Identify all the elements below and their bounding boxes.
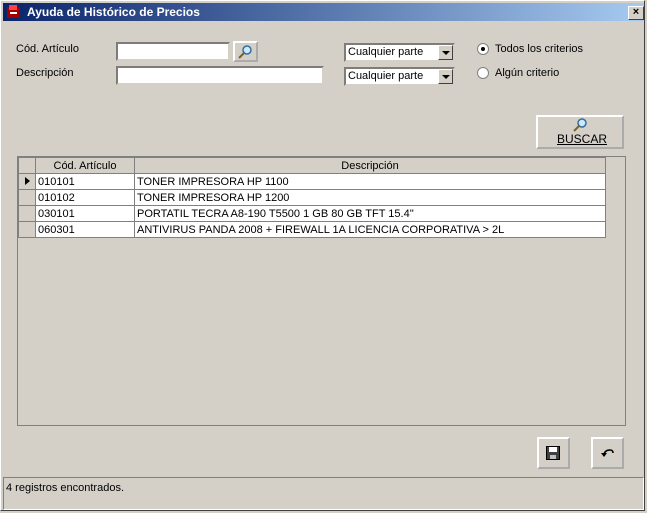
row-indicator bbox=[18, 221, 36, 238]
row-indicator bbox=[18, 189, 36, 206]
close-button[interactable]: × bbox=[628, 6, 644, 20]
cod-match-select[interactable]: Cualquier parte bbox=[344, 43, 455, 62]
cell-code[interactable]: 010101 bbox=[35, 173, 135, 190]
col-header-descripcion[interactable]: Descripción bbox=[134, 157, 606, 174]
row-indicator bbox=[18, 205, 36, 222]
cell-code[interactable]: 060301 bbox=[35, 221, 135, 238]
lookup-button[interactable] bbox=[233, 41, 258, 62]
cell-code[interactable]: 030101 bbox=[35, 205, 135, 222]
chevron-down-icon[interactable] bbox=[438, 45, 453, 60]
cell-desc[interactable]: TONER IMPRESORA HP 1200 bbox=[134, 189, 606, 206]
descripcion-label: Descripción bbox=[16, 67, 74, 79]
status-text: 4 registros encontrados. bbox=[6, 482, 125, 494]
desc-match-value: Cualquier parte bbox=[348, 70, 424, 82]
table-row[interactable]: 060301 ANTIVIRUS PANDA 2008 + FIREWALL 1… bbox=[18, 221, 606, 238]
results-grid[interactable]: Cód. Artículo Descripción 010101 TONER I… bbox=[17, 156, 626, 426]
buscar-label: BUSCAR bbox=[557, 132, 608, 146]
row-indicator-header bbox=[18, 157, 36, 174]
cell-code[interactable]: 010102 bbox=[35, 189, 135, 206]
cell-desc[interactable]: ANTIVIRUS PANDA 2008 + FIREWALL 1A LICEN… bbox=[134, 221, 606, 238]
table-row[interactable]: 010102 TONER IMPRESORA HP 1200 bbox=[18, 189, 606, 206]
undo-button[interactable] bbox=[591, 437, 624, 469]
radio-algun-label[interactable]: Algún criterio bbox=[495, 67, 559, 79]
save-button[interactable] bbox=[537, 437, 570, 469]
col-header-codigo[interactable]: Cód. Artículo bbox=[35, 157, 135, 174]
app-logo-icon bbox=[7, 5, 20, 18]
cell-desc[interactable]: TONER IMPRESORA HP 1100 bbox=[134, 173, 606, 190]
magnifier-icon bbox=[238, 45, 252, 59]
results-table: Cód. Artículo Descripción 010101 TONER I… bbox=[18, 157, 606, 238]
desc-match-select[interactable]: Cualquier parte bbox=[344, 67, 455, 86]
cell-desc[interactable]: PORTATIL TECRA A8-190 T5500 1 GB 80 GB T… bbox=[134, 205, 606, 222]
cod-match-value: Cualquier parte bbox=[348, 46, 424, 58]
floppy-disk-icon bbox=[546, 446, 560, 460]
title-bar[interactable]: Ayuda de Histórico de Precios × bbox=[3, 3, 644, 21]
magnifier-icon bbox=[573, 118, 587, 132]
radio-todos-label[interactable]: Todos los criterios bbox=[495, 43, 583, 55]
radio-algun-criterio[interactable] bbox=[477, 67, 489, 79]
window-title: Ayuda de Histórico de Precios bbox=[27, 5, 200, 19]
cod-articulo-input[interactable] bbox=[116, 42, 230, 61]
radio-todos-criterios[interactable] bbox=[477, 43, 489, 55]
descripcion-input[interactable] bbox=[116, 66, 324, 85]
undo-arrow-icon bbox=[601, 449, 614, 457]
status-bar: 4 registros encontrados. bbox=[3, 477, 644, 510]
buscar-button[interactable]: BUSCAR bbox=[536, 115, 624, 149]
main-window: Ayuda de Histórico de Precios × Cód. Art… bbox=[0, 0, 645, 511]
chevron-down-icon[interactable] bbox=[438, 69, 453, 84]
table-row[interactable]: 010101 TONER IMPRESORA HP 1100 bbox=[18, 173, 606, 190]
table-row[interactable]: 030101 PORTATIL TECRA A8-190 T5500 1 GB … bbox=[18, 205, 606, 222]
current-row-arrow-icon bbox=[18, 173, 36, 190]
table-header: Cód. Artículo Descripción bbox=[18, 157, 606, 174]
cod-articulo-label: Cód. Artículo bbox=[16, 43, 79, 55]
close-icon: × bbox=[632, 6, 640, 18]
